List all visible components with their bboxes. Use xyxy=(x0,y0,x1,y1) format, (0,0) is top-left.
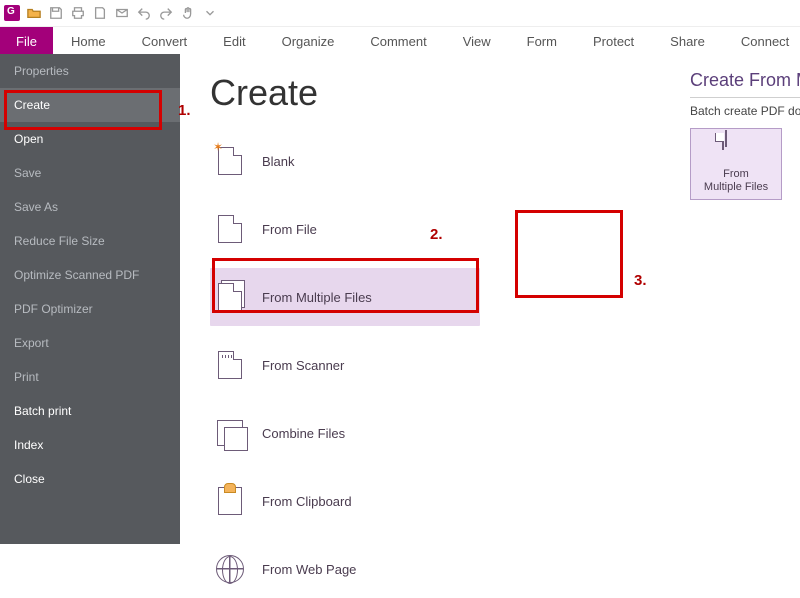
scanner-icon xyxy=(216,351,244,379)
tab-protect[interactable]: Protect xyxy=(575,27,652,55)
create-panel: Create Blank From File From Multiple Fil… xyxy=(180,54,800,544)
hand-icon[interactable] xyxy=(180,5,196,21)
file-menu-batch-print[interactable]: Batch print xyxy=(0,394,180,428)
create-option-from-web-page[interactable]: From Web Page xyxy=(210,540,480,598)
file-menu-save[interactable]: Save xyxy=(0,156,180,190)
clipboard-icon xyxy=(216,487,244,515)
tab-home[interactable]: Home xyxy=(53,27,124,55)
create-option-label: Combine Files xyxy=(262,426,345,441)
globe-icon xyxy=(216,555,244,583)
file-menu-open[interactable]: Open xyxy=(0,122,180,156)
create-options-list: Blank From File From Multiple Files From… xyxy=(210,132,480,598)
multiple-files-icon xyxy=(722,134,750,164)
more-dropdown-icon[interactable] xyxy=(202,5,218,21)
tab-share[interactable]: Share xyxy=(652,27,723,55)
detail-title: Create From Multiple Files xyxy=(690,70,800,91)
file-menu-panel: Properties Create Open Save Save As Redu… xyxy=(0,54,180,544)
file-icon xyxy=(216,215,244,243)
combine-files-icon xyxy=(216,419,244,447)
file-menu-pdf-optimizer[interactable]: PDF Optimizer xyxy=(0,292,180,326)
tab-file[interactable]: File xyxy=(0,27,53,55)
multiple-files-icon xyxy=(216,283,244,311)
file-menu-reduce-file-size[interactable]: Reduce File Size xyxy=(0,224,180,258)
page-title: Create xyxy=(210,72,770,114)
file-menu-optimize-scanned-pdf[interactable]: Optimize Scanned PDF xyxy=(0,258,180,292)
save-icon[interactable] xyxy=(48,5,64,21)
quick-access-toolbar xyxy=(0,0,800,27)
blank-page-icon xyxy=(216,147,244,175)
print-icon[interactable] xyxy=(70,5,86,21)
create-detail-panel: Create From Multiple Files Batch create … xyxy=(690,70,800,200)
app-logo-icon xyxy=(4,5,20,21)
detail-subtitle: Batch create PDF documents from multiple… xyxy=(690,104,800,118)
create-option-blank[interactable]: Blank xyxy=(210,132,480,190)
create-option-from-clipboard[interactable]: From Clipboard xyxy=(210,472,480,530)
undo-icon[interactable] xyxy=(136,5,152,21)
file-menu-save-as[interactable]: Save As xyxy=(0,190,180,224)
open-folder-icon[interactable] xyxy=(26,5,42,21)
tab-edit[interactable]: Edit xyxy=(205,27,263,55)
create-option-label: From Multiple Files xyxy=(262,290,372,305)
ribbon-tabs: File Home Convert Edit Organize Comment … xyxy=(0,27,800,56)
redo-icon[interactable] xyxy=(158,5,174,21)
create-option-label: From File xyxy=(262,222,317,237)
mail-icon[interactable] xyxy=(114,5,130,21)
file-menu-close[interactable]: Close xyxy=(0,462,180,496)
file-menu-print[interactable]: Print xyxy=(0,360,180,394)
file-menu-properties[interactable]: Properties xyxy=(0,54,180,88)
file-menu-export[interactable]: Export xyxy=(0,326,180,360)
create-option-combine-files[interactable]: Combine Files xyxy=(210,404,480,462)
create-option-from-file[interactable]: From File xyxy=(210,200,480,258)
page-icon[interactable] xyxy=(92,5,108,21)
button-label: From Multiple Files xyxy=(704,168,768,193)
create-option-label: From Clipboard xyxy=(262,494,352,509)
tab-view[interactable]: View xyxy=(445,27,509,55)
from-multiple-files-button[interactable]: From Multiple Files xyxy=(690,128,782,200)
tab-connect[interactable]: Connect xyxy=(723,27,800,55)
divider xyxy=(690,97,800,98)
tab-convert[interactable]: Convert xyxy=(124,27,206,55)
create-option-from-scanner[interactable]: From Scanner xyxy=(210,336,480,394)
tab-form[interactable]: Form xyxy=(509,27,575,55)
create-option-label: From Scanner xyxy=(262,358,344,373)
create-option-from-multiple-files[interactable]: From Multiple Files xyxy=(210,268,480,326)
file-menu-index[interactable]: Index xyxy=(0,428,180,462)
create-option-label: From Web Page xyxy=(262,562,356,577)
tab-organize[interactable]: Organize xyxy=(264,27,353,55)
file-menu-create[interactable]: Create xyxy=(0,88,180,122)
tab-comment[interactable]: Comment xyxy=(352,27,444,55)
create-option-label: Blank xyxy=(262,154,295,169)
